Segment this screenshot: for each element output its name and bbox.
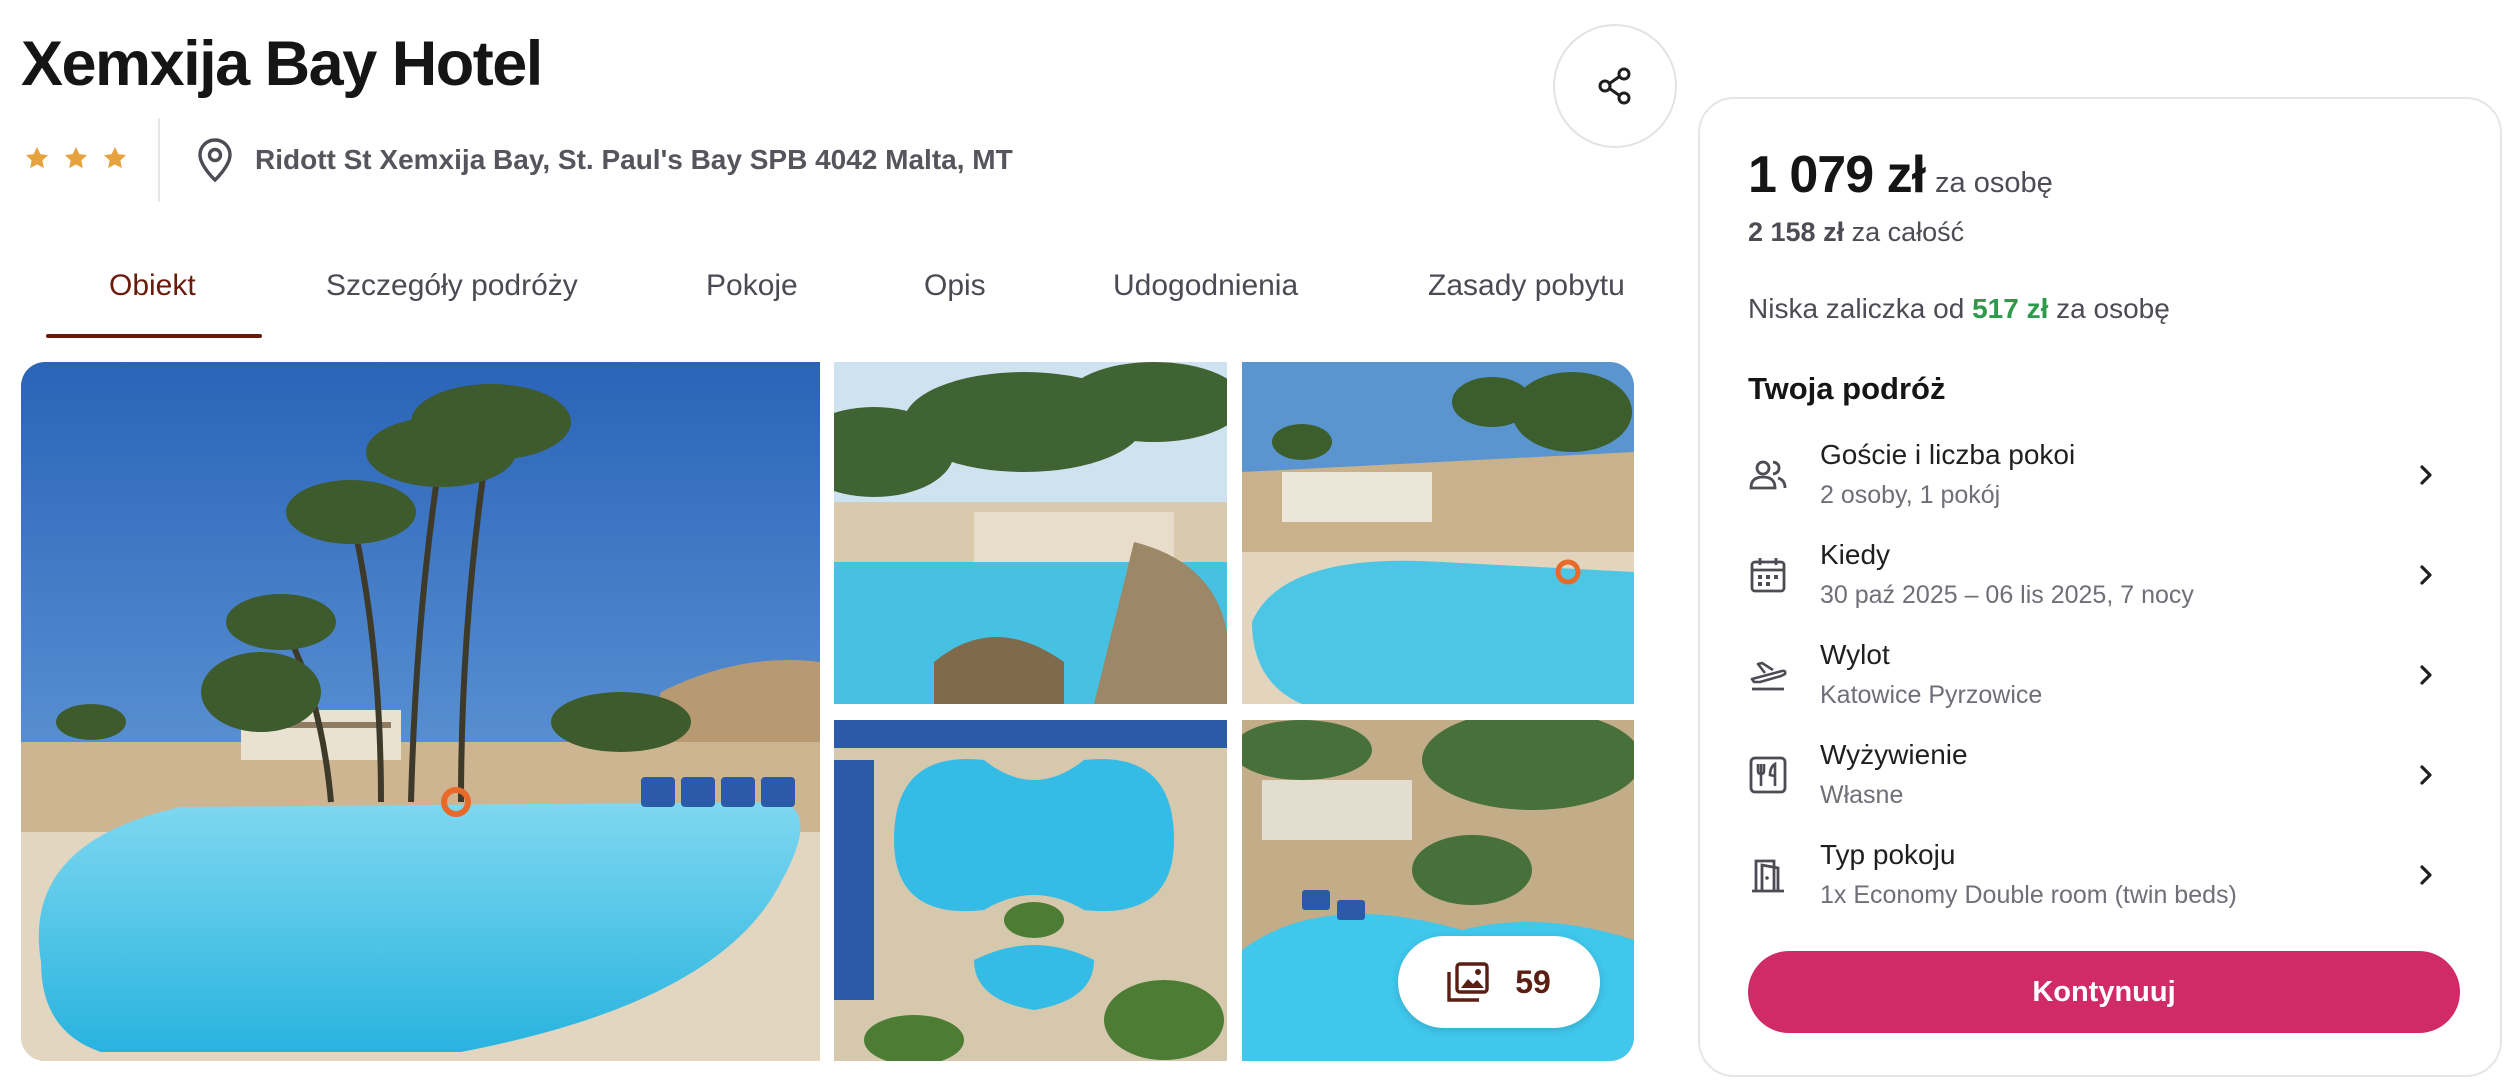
price-per-person: 1 079 zł za osobę (1748, 145, 2053, 205)
trip-row-label: Wyżywienie (1820, 739, 1968, 770)
tab-szczegoly-podrozy[interactable]: Szczegóły podróży (326, 256, 578, 316)
price-total: 2 158 zł za całość (1748, 217, 1964, 248)
hotel-address[interactable]: Ridott St Xemxija Bay, St. Paul's Bay SP… (255, 141, 1013, 179)
calendar-icon (1750, 558, 1786, 593)
gallery-photo[interactable] (834, 362, 1227, 704)
deposit-amount: 517 zł (1972, 293, 2049, 324)
photo-gallery-icon (1447, 962, 1489, 1002)
trip-row-value: 30 paź 2025 – 06 lis 2025, 7 nocy (1820, 581, 2194, 609)
deposit-suffix: za osobę (2056, 293, 2170, 324)
share-icon (1598, 67, 1631, 105)
trip-row-value: Katowice Pyrzowice (1820, 681, 2043, 709)
booking-summary-card: 1 079 zł za osobę 2 158 zł za całość Nis… (1698, 97, 2502, 1077)
chevron-right-icon (2420, 765, 2432, 785)
star-icon (64, 146, 88, 169)
gallery-count: 59 (1515, 963, 1551, 1000)
hotel-title: Xemxija Bay Hotel (21, 29, 543, 99)
trip-heading: Twoja podróż (1748, 371, 1946, 406)
tab-opis[interactable]: Opis (924, 256, 986, 316)
trip-row-value: 2 osoby, 1 pokój (1820, 481, 2001, 509)
chevron-right-icon (2420, 565, 2432, 585)
chevron-right-icon (2420, 465, 2432, 485)
star-icon (103, 146, 127, 169)
location-pin-icon (198, 138, 232, 183)
star-rating (24, 145, 128, 171)
trip-row-value: 1x Economy Double room (twin beds) (1820, 881, 2237, 909)
gallery-photo[interactable] (834, 720, 1227, 1061)
guests-icon (1749, 460, 1787, 490)
section-tabs: Obiekt Szczegóły podróży Pokoje Opis Udo… (46, 256, 1631, 338)
total-amount: 2 158 zł (1748, 217, 1845, 247)
trip-row-room-type[interactable]: Typ pokoju 1x Economy Double room (twin … (1748, 835, 2460, 919)
trip-row-dates[interactable]: Kiedy 30 paź 2025 – 06 lis 2025, 7 nocy (1748, 535, 2460, 619)
trip-row-departure[interactable]: Wylot Katowice Pyrzowice (1748, 635, 2460, 719)
tab-zasady-pobytu[interactable]: Zasady pobytu (1428, 256, 1625, 316)
active-tab-indicator (46, 334, 262, 338)
trip-row-value: Własne (1820, 781, 1904, 809)
gallery-photo[interactable] (1242, 362, 1634, 704)
trip-row-meals[interactable]: Wyżywienie Własne (1748, 735, 2460, 819)
tab-obiekt[interactable]: Obiekt (109, 256, 196, 316)
trip-row-guests[interactable]: Goście i liczba pokoi 2 osoby, 1 pokój (1748, 435, 2460, 519)
gallery-main-photo[interactable] (21, 362, 820, 1061)
deposit-prefix: Niska zaliczka od (1748, 293, 1965, 324)
deposit-info: Niska zaliczka od 517 zł za osobę (1748, 293, 2170, 325)
room-door-icon (1752, 859, 1784, 893)
price-unit: za osobę (1935, 167, 2053, 199)
trip-row-label: Goście i liczba pokoi (1820, 439, 2076, 470)
plane-departure-icon (1750, 661, 1787, 691)
tab-udogodnienia[interactable]: Udogodnienia (1113, 256, 1298, 316)
price-amount: 1 079 zł (1748, 146, 1926, 204)
trip-row-label: Kiedy (1820, 539, 1891, 570)
tab-pokoje[interactable]: Pokoje (706, 256, 798, 316)
gallery-count-button[interactable]: 59 (1398, 936, 1600, 1028)
meal-icon (1749, 756, 1787, 794)
trip-row-label: Wylot (1820, 639, 1890, 670)
share-button[interactable] (1553, 24, 1677, 148)
divider (158, 118, 160, 202)
trip-row-label: Typ pokoju (1820, 839, 1956, 870)
star-icon (25, 146, 49, 169)
total-suffix: za całość (1851, 217, 1965, 247)
continue-button[interactable]: Kontynuuj (1748, 951, 2460, 1033)
chevron-right-icon (2420, 865, 2432, 885)
chevron-right-icon (2420, 665, 2432, 685)
